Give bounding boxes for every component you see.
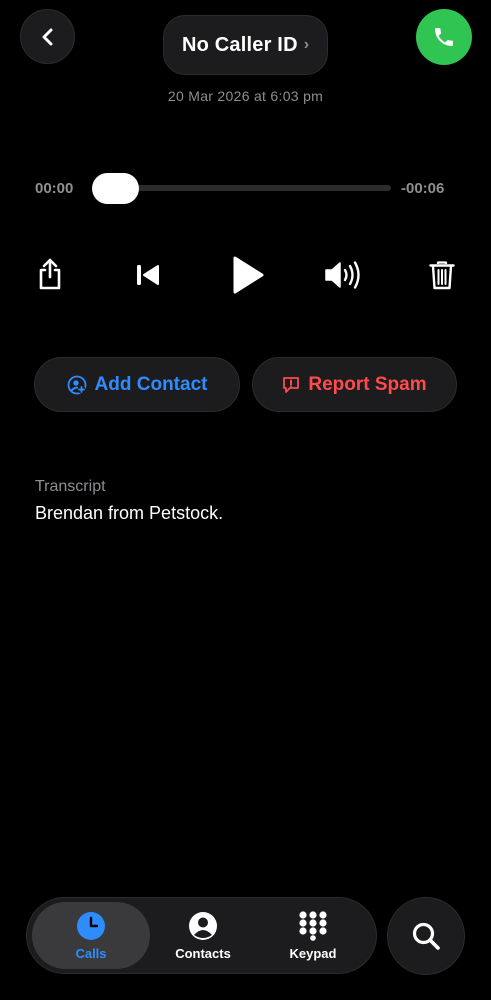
person-icon [188, 911, 218, 941]
playback-track[interactable] [100, 185, 391, 191]
skip-back-icon [135, 263, 161, 287]
report-spam-label: Report Spam [308, 373, 427, 395]
call-datetime: 20 Mar 2026 at 6:03 pm [167, 88, 324, 104]
share-button[interactable] [30, 253, 70, 295]
tab-contacts[interactable]: Contacts [153, 902, 253, 969]
tab-keypad-label: Keypad [289, 945, 337, 961]
keypad-icon [297, 910, 329, 941]
transcript-heading: Transcript [35, 478, 106, 495]
caller-id-button[interactable]: No Caller ID › [163, 15, 328, 75]
add-contact-button[interactable]: Add Contact [34, 357, 240, 412]
play-icon [229, 255, 265, 295]
tab-calls[interactable]: Calls [32, 902, 150, 969]
chevron-right-icon: › [303, 36, 310, 53]
phone-icon [432, 25, 456, 49]
share-icon [37, 258, 63, 290]
clock-icon [76, 911, 106, 941]
tab-contacts-label: Contacts [175, 945, 231, 961]
tab-keypad[interactable]: Keypad [263, 902, 363, 969]
report-spam-button[interactable]: Report Spam [252, 357, 457, 412]
trash-icon [429, 260, 455, 290]
play-button[interactable] [222, 249, 272, 301]
tab-calls-label: Calls [75, 945, 107, 961]
speaker-icon [324, 261, 362, 289]
caller-name: No Caller ID [181, 33, 298, 56]
playback-scrubber-thumb[interactable] [92, 173, 139, 204]
transcript-text: Brendan from Petstock. [35, 503, 224, 523]
tab-bar: Calls Contacts Keypad [26, 897, 377, 974]
back-button[interactable] [20, 9, 75, 64]
exclamation-bubble-icon [282, 376, 300, 394]
search-button[interactable] [387, 897, 465, 975]
add-contact-icon [67, 375, 87, 395]
elapsed-time: 00:00 [35, 180, 74, 197]
call-button[interactable] [416, 9, 472, 65]
chevron-left-icon [38, 27, 58, 47]
search-icon [411, 921, 441, 951]
speaker-button[interactable] [322, 256, 364, 294]
skip-back-button[interactable] [128, 255, 168, 295]
add-contact-label: Add Contact [94, 373, 208, 395]
remaining-time: -00:06 [401, 180, 445, 197]
delete-button[interactable] [422, 253, 462, 297]
